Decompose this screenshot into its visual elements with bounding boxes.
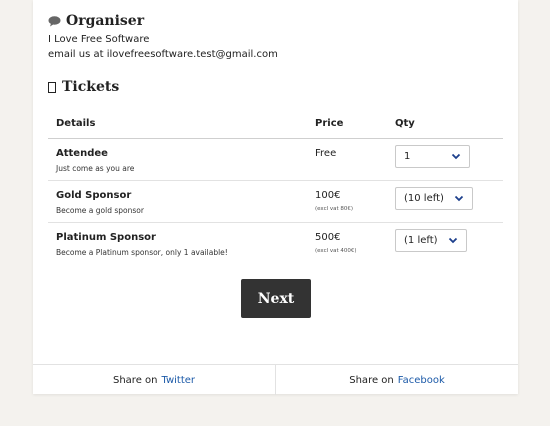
email-prefix: email us at (48, 49, 104, 60)
ticket-name: Gold Sponsor (56, 190, 132, 201)
organiser-title: Organiser (66, 13, 145, 29)
qty-select[interactable]: (10 left) (395, 187, 473, 210)
table-row: Gold Sponsor Become a gold sponsor 100€ … (48, 180, 503, 223)
ticket-qty-cell: (1 left) (387, 223, 503, 265)
chevron-down-icon (454, 195, 464, 202)
ticket-description: Just come as you are (56, 164, 135, 173)
organiser-heading: Organiser (48, 13, 144, 29)
ticket-name: Attendee (56, 148, 108, 159)
ticket-price-cell: 500€ (excl vat 400€) (307, 223, 387, 265)
col-price: Price (307, 114, 387, 139)
organiser-name: I Love Free Software (48, 34, 150, 45)
share-bar: Share on Twitter Share on Facebook (33, 364, 518, 395)
col-details: Details (48, 114, 307, 139)
table-row: Platinum Sponsor Become a Platinum spons… (48, 223, 503, 265)
table-row: Attendee Just come as you are Free 1 (48, 138, 503, 181)
ticket-qty-cell: 1 (387, 138, 503, 181)
tickets-header-row: Details Price Qty (48, 114, 503, 139)
ticket-icon (48, 81, 56, 93)
organiser-email[interactable]: ilovefreesoftware.test@gmail.com (107, 49, 278, 60)
ticket-price: 500€ (315, 232, 341, 243)
ticket-details-cell: Platinum Sponsor Become a Platinum spons… (48, 223, 307, 265)
share-facebook[interactable]: Share on Facebook (275, 365, 518, 395)
event-card: Organiser I Love Free Software email us … (33, 0, 518, 395)
twitter-link[interactable]: Twitter (161, 375, 195, 386)
ticket-price: Free (315, 148, 337, 159)
tickets-table: Details Price Qty Attendee Just come as … (48, 114, 503, 264)
next-button[interactable]: Next (241, 279, 311, 318)
ticket-name: Platinum Sponsor (56, 232, 156, 243)
qty-select[interactable]: 1 (395, 145, 470, 168)
ticket-price: 100€ (315, 190, 341, 201)
organiser-email-line: email us at ilovefreesoftware.test@gmail… (48, 49, 278, 60)
ticket-description: Become a Platinum sponsor, only 1 availa… (56, 248, 228, 257)
share-prefix: Share on (349, 374, 394, 386)
ticket-vat: (excl vat 400€) (315, 248, 357, 254)
ticket-qty-cell: (10 left) (387, 180, 503, 223)
share-twitter[interactable]: Share on Twitter (33, 365, 275, 395)
ticket-details-cell: Gold Sponsor Become a gold sponsor (48, 180, 307, 223)
tickets-title: Tickets (62, 79, 120, 95)
col-qty: Qty (387, 114, 503, 139)
qty-value: (1 left) (404, 235, 438, 246)
ticket-details-cell: Attendee Just come as you are (48, 138, 307, 181)
qty-value: 1 (404, 151, 411, 162)
ticket-description: Become a gold sponsor (56, 206, 144, 215)
tickets-heading: Tickets (48, 79, 119, 95)
chevron-down-icon (448, 237, 457, 244)
chevron-down-icon (451, 153, 461, 160)
qty-select[interactable]: (1 left) (395, 229, 467, 252)
facebook-link[interactable]: Facebook (398, 375, 445, 386)
ticket-price-cell: 100€ (excl vat 80€) (307, 180, 387, 223)
share-prefix: Share on (112, 374, 158, 386)
ticket-price-cell: Free (307, 138, 387, 181)
qty-value: (10 left) (404, 193, 444, 204)
speech-bubble-icon (48, 15, 61, 26)
ticket-vat: (excl vat 80€) (315, 206, 354, 212)
